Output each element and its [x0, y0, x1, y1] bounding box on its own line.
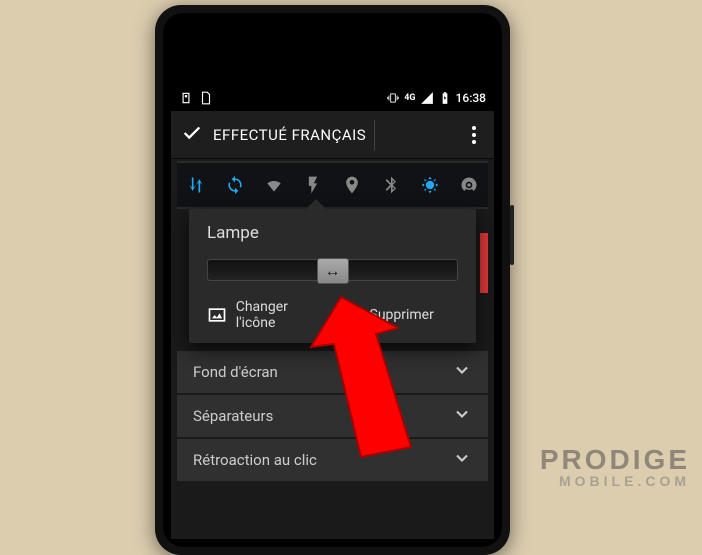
title-bar: EFFECTUÉ FRANÇAIS: [171, 111, 494, 159]
network-type-label: 4G: [404, 93, 415, 103]
phone-side-button: [510, 205, 514, 265]
vibrate-icon: [386, 91, 400, 105]
watermark: PRODIGE MOBILE.COM: [540, 446, 690, 488]
page-title: EFFECTUÉ FRANÇAIS: [213, 126, 366, 144]
brightness-toggle-icon[interactable]: [418, 173, 442, 197]
watermark-line1: PRODIGE: [540, 446, 690, 474]
battery-icon: [438, 91, 452, 105]
signal-icon: [420, 91, 434, 105]
list-item-label: Rétroaction au clic: [193, 451, 317, 469]
data-toggle-icon[interactable]: [184, 173, 208, 197]
title-divider: [374, 120, 375, 150]
list-item-label: Séparateurs: [193, 407, 273, 425]
sim-icon: [199, 91, 213, 105]
wifi-toggle-icon[interactable]: [262, 173, 286, 197]
chevron-down-icon: [452, 448, 472, 472]
delete-label: Supprimer: [370, 307, 434, 323]
highlight-strip: [480, 233, 488, 293]
status-bar: 4G 16:38: [171, 85, 494, 111]
trash-icon: [340, 304, 362, 326]
more-menu-button[interactable]: [464, 118, 484, 152]
popup-title: Lampe: [207, 223, 458, 243]
toggle-edit-popup: Lampe ↔ Changer l'icône: [189, 209, 476, 343]
clock-label: 16:38: [456, 91, 486, 105]
sync-toggle-icon[interactable]: [223, 173, 247, 197]
list-item-wallpaper[interactable]: Fond d'écran: [177, 351, 488, 393]
change-icon-button[interactable]: Changer l'icône: [207, 299, 326, 331]
quick-toggle-row: [177, 161, 488, 209]
flash-toggle-icon[interactable]: [301, 173, 325, 197]
list-item-separators[interactable]: Séparateurs: [177, 395, 488, 437]
watermark-line2: MOBILE.COM: [540, 474, 690, 488]
slider-thumb-icon[interactable]: ↔: [317, 258, 349, 284]
position-slider[interactable]: ↔: [207, 259, 458, 281]
chevron-down-icon: [452, 360, 472, 384]
chevron-down-icon: [452, 404, 472, 428]
popup-arrow: [304, 199, 328, 211]
bluetooth-toggle-icon[interactable]: [379, 173, 403, 197]
list-item-label: Fond d'écran: [193, 363, 278, 381]
image-icon: [207, 304, 228, 326]
change-icon-label: Changer l'icône: [236, 299, 326, 331]
settings-list: Fond d'écran Séparateurs Rétroaction au …: [177, 351, 488, 481]
delete-button[interactable]: Supprimer: [340, 299, 459, 331]
list-item-click-feedback[interactable]: Rétroaction au clic: [177, 439, 488, 481]
phone-frame: 4G 16:38 EFFECTUÉ FRANÇAIS: [155, 5, 510, 555]
location-toggle-icon[interactable]: [340, 173, 364, 197]
done-check-icon[interactable]: [181, 122, 203, 148]
usb-icon: [179, 91, 193, 105]
hotspot-toggle-icon[interactable]: [457, 173, 481, 197]
